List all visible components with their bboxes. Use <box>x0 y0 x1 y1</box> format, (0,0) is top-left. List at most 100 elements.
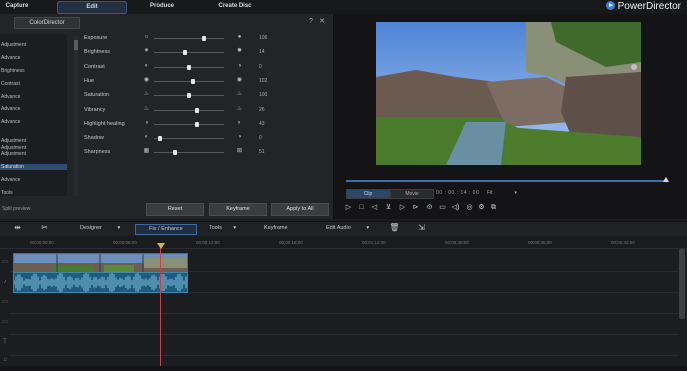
preset-item[interactable] <box>0 158 67 164</box>
apply-to-all-button[interactable]: Apply to All <box>271 203 329 216</box>
timeline-horizontal-scrollbar[interactable] <box>0 366 687 371</box>
adjustment-value[interactable]: 102 <box>259 77 279 85</box>
playhead-handle[interactable] <box>157 243 165 249</box>
volume-icon[interactable]: ◁) <box>451 203 460 212</box>
adjustment-slider-track[interactable] <box>154 80 224 82</box>
preset-scrollbar[interactable] <box>74 36 78 196</box>
music-track-icon[interactable]: ♫ <box>1 356 9 364</box>
adjustment-value[interactable]: 106 <box>259 34 279 42</box>
reset-button[interactable]: Reset <box>146 203 204 216</box>
adjustment-slider-knob[interactable] <box>202 36 207 41</box>
preset-item[interactable]: Advance <box>0 119 67 125</box>
adjustment-slider-track[interactable] <box>154 38 224 39</box>
adjustment-value[interactable]: 14 <box>259 48 279 56</box>
adjustment-value[interactable]: 51 <box>259 148 279 156</box>
undock-icon[interactable]: ⧉ <box>489 203 498 212</box>
adjustment-slider-knob[interactable] <box>195 121 200 127</box>
preset-item[interactable]: Adjustment <box>0 145 67 151</box>
preset-item[interactable] <box>0 170 67 176</box>
previous-frame-icon[interactable]: ◁ <box>370 203 379 212</box>
adjustment-slider-knob[interactable] <box>157 136 162 142</box>
scissors-icon[interactable]: ✂ <box>39 222 50 233</box>
preset-item[interactable] <box>0 49 67 55</box>
preset-item[interactable]: Adjustment <box>0 42 67 48</box>
adjustment-value[interactable]: 26 <box>259 106 279 114</box>
preset-item[interactable]: Advance <box>0 177 67 183</box>
tab-capture[interactable]: Capture <box>0 1 34 12</box>
preset-item[interactable] <box>0 74 67 80</box>
preset-item[interactable]: Advance <box>0 55 67 61</box>
movie-mode-button[interactable]: Movie <box>390 189 434 199</box>
scrub-handle[interactable] <box>663 177 669 182</box>
preset-item[interactable] <box>0 87 67 93</box>
adjustment-value[interactable]: 43 <box>259 120 279 128</box>
trash-icon[interactable]: 🗑 <box>389 222 400 233</box>
preset-item[interactable]: Contrast <box>0 81 67 87</box>
clip-mode-button[interactable]: Clip <box>346 189 390 199</box>
adjustment-slider-track[interactable] <box>154 52 224 54</box>
settings-icon[interactable]: ⚙ <box>477 203 486 212</box>
fx-track-icon[interactable]: ▭ <box>1 298 9 306</box>
preset-item[interactable] <box>0 36 67 42</box>
snapshot-icon[interactable]: ⊻ <box>384 203 393 212</box>
adjustment-slider-knob[interactable] <box>187 64 191 70</box>
preset-item[interactable] <box>0 113 67 119</box>
tab-produce[interactable]: Produce <box>140 1 184 12</box>
title-track-icon[interactable]: T <box>1 338 9 346</box>
video-clip[interactable] <box>13 253 188 273</box>
adjustment-slider-knob[interactable] <box>173 150 177 156</box>
adjustment-slider-track[interactable] <box>154 152 224 154</box>
preset-item[interactable]: Adjustment <box>0 138 67 144</box>
adjustment-slider-track[interactable] <box>154 109 224 111</box>
adjustment-value[interactable]: 0 <box>259 134 279 142</box>
adjustment-slider-knob[interactable] <box>182 50 187 56</box>
playhead-line[interactable] <box>160 243 161 371</box>
camera-icon[interactable]: ⊙ <box>425 203 434 212</box>
keyframe-menu[interactable]: Keyframe <box>264 224 288 233</box>
tab-create-disc[interactable]: Create Disc <box>210 1 260 12</box>
adjustment-slider-track[interactable] <box>154 123 224 125</box>
help-icon[interactable]: ? <box>307 17 315 26</box>
keyframe-button[interactable]: Keyframe <box>209 203 267 216</box>
adjustment-slider-knob[interactable] <box>187 93 191 99</box>
adjustment-value[interactable]: 100 <box>259 91 279 99</box>
adjustment-slider-knob[interactable] <box>195 107 200 113</box>
split-track-icon[interactable]: ⇹ <box>12 222 23 233</box>
scrollbar-thumb[interactable] <box>74 40 78 50</box>
stop-icon[interactable]: □ <box>357 203 366 212</box>
tab-edit[interactable]: Edit <box>57 1 127 14</box>
video-track-icon[interactable]: ▭ <box>1 258 9 266</box>
preset-item[interactable]: Advance <box>0 106 67 112</box>
preset-item[interactable]: Adjustment <box>0 151 67 157</box>
close-icon[interactable]: ✕ <box>318 17 326 26</box>
adjustment-slider-knob[interactable] <box>190 78 195 84</box>
preset-item[interactable] <box>0 183 67 189</box>
preset-item[interactable]: Advance <box>0 94 67 100</box>
3d-icon[interactable]: ◎ <box>465 203 474 212</box>
tools-menu[interactable]: Tools ▾ <box>209 224 236 233</box>
preset-item[interactable] <box>0 132 67 138</box>
fix-enhance-button[interactable]: Fix / Enhance <box>135 224 197 235</box>
preset-item[interactable] <box>0 62 67 68</box>
fast-forward-icon[interactable]: ⊳ <box>411 203 420 212</box>
more-tools-icon[interactable]: ⇲ <box>416 222 427 233</box>
preset-item[interactable] <box>0 100 67 106</box>
preset-item[interactable]: Saturation <box>0 164 67 170</box>
video-preview-frame[interactable] <box>376 22 641 165</box>
preset-item[interactable]: Tools <box>0 190 67 196</box>
preset-item[interactable]: Brightness <box>0 68 67 74</box>
edit-audio-menu[interactable]: Edit Audio ▾ <box>326 224 369 233</box>
zoom-fit-select[interactable]: Fit ▾ <box>487 189 517 197</box>
preset-item[interactable] <box>0 126 67 132</box>
next-frame-icon[interactable]: ▷ <box>398 203 407 212</box>
adjustment-value[interactable]: 0 <box>259 63 279 71</box>
play-icon[interactable]: ▷ <box>344 203 353 212</box>
designer-menu[interactable]: Designer ▾ <box>80 224 120 233</box>
split-preview-toggle[interactable]: Split preview <box>2 205 30 213</box>
adjustment-slider-track[interactable] <box>154 138 224 140</box>
pip-track-icon[interactable]: ▭ <box>1 318 9 326</box>
audio-clip[interactable] <box>13 272 188 293</box>
timeline-ruler[interactable] <box>0 236 687 249</box>
audio-track-icon[interactable]: ♪ <box>1 278 9 286</box>
timeline-vertical-scrollbar[interactable] <box>679 249 685 319</box>
